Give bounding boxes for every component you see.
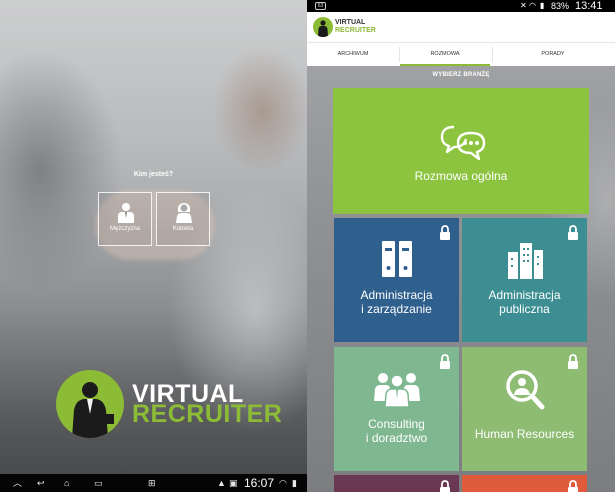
lock-icon bbox=[568, 480, 578, 492]
wifi-icon: ◠ bbox=[279, 478, 287, 488]
back-icon[interactable]: ↩ bbox=[37, 478, 45, 488]
app-logo-icon bbox=[313, 17, 333, 37]
chat-icon bbox=[440, 125, 486, 161]
lock-icon bbox=[440, 225, 450, 240]
tile-public-line1: Administracja bbox=[488, 288, 561, 302]
app-header: VIRTUAL RECRUITER bbox=[307, 12, 615, 42]
tile-public-administration[interactable]: Administracja publiczna bbox=[462, 218, 587, 342]
app-title-recruiter: RECRUITER bbox=[335, 27, 376, 34]
tile-public-administration-label: Administracja publiczna bbox=[462, 288, 587, 316]
logo-word-recruiter: RECRUITER bbox=[132, 400, 283, 428]
male-button[interactable]: Mężczyzna bbox=[98, 192, 152, 246]
tab-rozmowa[interactable]: ROZMOWA bbox=[400, 43, 490, 67]
notification-badge: 63 bbox=[315, 2, 326, 10]
tile-administration-line1: Administracja bbox=[360, 288, 433, 302]
tile-administration[interactable]: Administracja i zarządzanie bbox=[334, 218, 459, 342]
lock-icon bbox=[440, 480, 450, 492]
battery-level: 83% bbox=[551, 1, 570, 11]
male-label: Mężczyzna bbox=[109, 226, 140, 232]
businessman-icon bbox=[72, 382, 114, 438]
virtual-recruiter-logo: VIRTUAL RECRUITER bbox=[56, 370, 282, 438]
lock-icon bbox=[440, 354, 450, 369]
tile-consulting[interactable]: Consulting i doradztwo bbox=[334, 347, 459, 471]
menu-up-icon[interactable]: ▲ bbox=[217, 478, 226, 488]
buildings-icon bbox=[507, 243, 543, 279]
status-clock: 13:41 bbox=[575, 0, 603, 12]
chevron-up-icon[interactable]: ︿ bbox=[13, 478, 22, 488]
tile-next-left[interactable] bbox=[334, 475, 459, 492]
tile-public-line2: publiczna bbox=[499, 302, 550, 316]
login-screen: Kim jesteś? Mężczyzna Kobieta VIRTUAL RE… bbox=[0, 0, 307, 492]
signal-icon: ▮ bbox=[292, 478, 297, 488]
lock-icon bbox=[568, 354, 578, 369]
logo-circle bbox=[56, 370, 124, 438]
gallery-icon: ▣ bbox=[229, 478, 238, 488]
tile-general-label: Rozmowa ogólna bbox=[414, 169, 508, 183]
home-icon[interactable]: ⌂ bbox=[64, 478, 69, 488]
mute-icon: ✕ bbox=[520, 1, 527, 10]
wifi-icon: ◠ bbox=[529, 1, 536, 10]
group-icon bbox=[373, 373, 420, 407]
magnifier-person-icon bbox=[505, 370, 544, 410]
woman-icon bbox=[176, 203, 192, 223]
tab-archiwum[interactable]: ARCHIWUM bbox=[308, 43, 398, 67]
status-bar: 63 ✕ ◠ ▮ 83% 13:41 bbox=[307, 0, 615, 12]
recent-apps-icon[interactable]: ▭ bbox=[94, 478, 103, 488]
tile-human-resources-label: Human Resources bbox=[474, 427, 575, 441]
gender-question: Kim jesteś? bbox=[133, 171, 174, 178]
tile-consulting-label: Consulting i doradztwo bbox=[334, 417, 459, 445]
man-icon bbox=[118, 203, 134, 223]
lock-icon bbox=[568, 225, 578, 240]
signal-icon: ▮ bbox=[540, 1, 545, 10]
industry-prompt: WYBIERZ BRANŻĘ bbox=[432, 72, 490, 78]
binders-icon bbox=[381, 241, 412, 277]
businessman-icon bbox=[318, 20, 328, 37]
android-navigation-bar: ︿ ↩ ⌂ ▭ ⊞ ▲ ▣ 16:07 ◠ ▮ bbox=[0, 474, 307, 492]
tile-human-resources[interactable]: Human Resources bbox=[462, 347, 587, 471]
tab-bar: ARCHIWUM ROZMOWA PORADY bbox=[307, 42, 615, 66]
tile-consulting-line2: i doradztwo bbox=[365, 431, 428, 445]
nav-clock: 16:07 bbox=[244, 476, 275, 490]
tile-administration-line2: i zarządzanie bbox=[361, 302, 432, 316]
female-button[interactable]: Kobieta bbox=[156, 192, 210, 246]
screenshot-icon[interactable]: ⊞ bbox=[148, 478, 156, 488]
tile-next-right[interactable] bbox=[462, 475, 587, 492]
tile-consulting-line1: Consulting bbox=[368, 417, 425, 431]
female-label: Kobieta bbox=[172, 226, 194, 232]
tile-general-interview[interactable]: Rozmowa ogólna bbox=[333, 88, 589, 214]
industry-screen: 63 ✕ ◠ ▮ 83% 13:41 VIRTUAL RECRUITER ARC… bbox=[307, 0, 615, 492]
tab-porady[interactable]: PORADY bbox=[493, 43, 613, 67]
tile-administration-label: Administracja i zarządzanie bbox=[334, 288, 459, 316]
app-title-virtual: VIRTUAL bbox=[335, 19, 366, 26]
